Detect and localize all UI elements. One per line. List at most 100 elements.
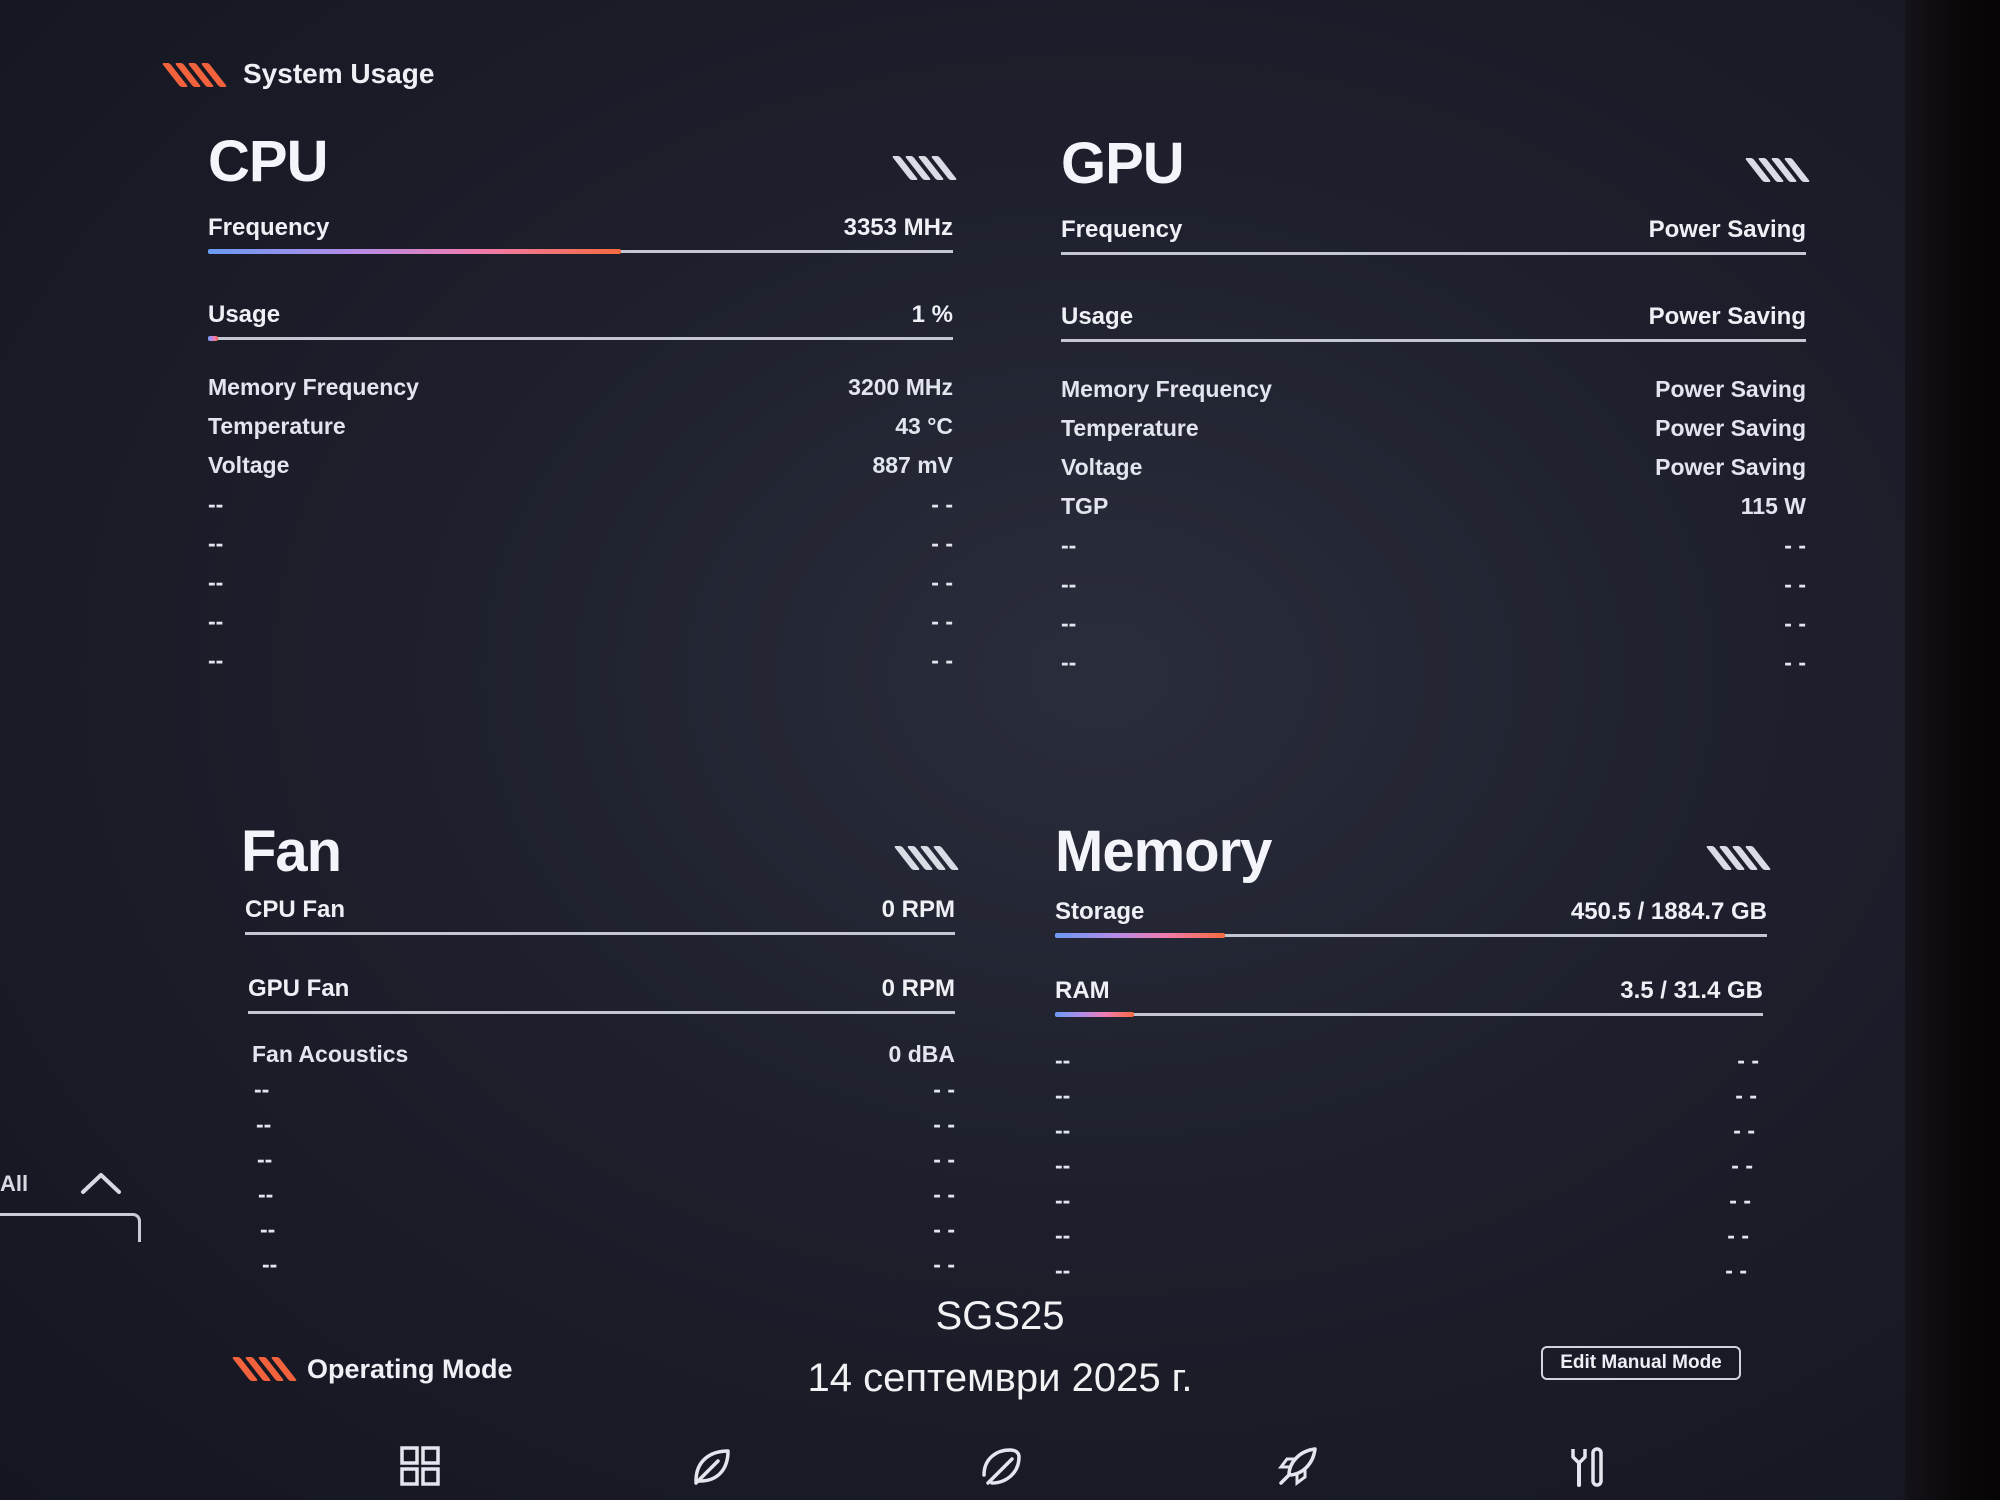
memory-stat-row: -- - - [1055,1082,1757,1116]
tools-icon[interactable] [1565,1443,1611,1489]
cpu-frequency-value: 3353 MHz [843,214,953,241]
fan-stat-label: -- [262,1251,278,1277]
cpu-panel-stripes-icon [891,156,958,180]
fan-stat-row: -- - - [257,1146,955,1180]
cpu-fan-value: 0 RPM [881,896,955,923]
fan-stat-value: - - [933,1181,955,1207]
cpu-fan-bar [245,932,955,935]
gpu-stat-row: Memory Frequency Power Saving [1061,376,1806,410]
gpu-stat-row: -- - - [1061,571,1806,605]
memory-stat-value: - - [1731,1152,1753,1178]
system-usage-stripes-icon [161,63,228,87]
cpu-stat-value: - - [931,608,953,634]
fan-stat-value: 0 dBA [888,1041,955,1067]
gpu-frequency-metric: Frequency Power Saving [1061,216,1806,258]
memory-stat-label: -- [1055,1117,1071,1143]
cpu-stat-label: -- [208,608,224,634]
gpu-panel-title: GPU [1061,131,1185,196]
memory-stat-value: - - [1733,1117,1755,1143]
ram-metric: RAM 3.5 / 31.4 GB [1055,977,1763,1019]
cpu-usage-metric: Usage 1 % [208,301,953,343]
cpu-usage-bar [208,336,953,341]
storage-bar [1055,933,1767,938]
memory-stat-row: -- - - [1055,1187,1751,1221]
gpu-stat-label: Temperature [1061,415,1199,441]
cpu-fan-label: CPU Fan [245,896,346,923]
gpu-frequency-bar [1061,252,1806,255]
watermark-device: SGS25 [935,1294,1065,1338]
fan-stat-value: - - [933,1111,955,1137]
memory-stat-value: - - [1735,1082,1757,1108]
gpu-stat-value: Power Saving [1655,376,1806,402]
chevron-up-icon[interactable] [80,1170,122,1196]
fan-panel-stripes-icon [893,846,960,870]
fan-stat-label: -- [257,1146,273,1172]
storage-value: 450.5 / 1884.7 GB [1570,898,1767,925]
cpu-usage-label: Usage [208,301,281,328]
cpu-frequency-bar [208,249,953,254]
memory-stat-row: -- - - [1055,1257,1747,1291]
fan-stat-value: - - [933,1216,955,1242]
dashboard-grid-icon[interactable] [397,1443,443,1489]
cpu-panel: CPU Frequency 3353 MHz Usage 1 % Memory … [208,128,958,688]
cpu-stat-row: Memory Frequency 3200 MHz [208,374,953,408]
gpu-stat-value: Power Saving [1655,415,1806,441]
gpu-panel-stripes-icon [1744,158,1811,182]
filter-all-label[interactable]: All [0,1171,28,1197]
gpu-stat-value: - - [1784,532,1806,558]
cpu-frequency-metric: Frequency 3353 MHz [208,214,953,256]
fan-stat-value: - - [933,1251,955,1277]
memory-panel-title: Memory [1055,819,1272,884]
fan-stat-row: -- - - [262,1251,955,1285]
memory-stat-row: -- - - [1055,1152,1753,1186]
fan-stat-label: -- [258,1181,274,1207]
gpu-stat-value: - - [1784,610,1806,636]
section-title-system-usage: System Usage [243,58,435,89]
gpu-panel: GPU Frequency Power Saving Usage Power S… [1061,130,1811,690]
fan-stat-row: -- - - [258,1181,955,1215]
cpu-frequency-label: Frequency [208,214,330,241]
gpu-fan-value: 0 RPM [881,975,955,1002]
gpu-usage-metric: Usage Power Saving [1061,303,1806,345]
cpu-stat-row: -- - - [208,608,953,642]
storage-label: Storage [1055,898,1145,925]
gpu-stat-value: - - [1784,571,1806,597]
watermark-date: 14 септември 2025 г. [807,1356,1193,1400]
rocket-icon[interactable] [1275,1443,1321,1489]
ram-bar [1055,1012,1763,1017]
fan-stat-row: -- - - [254,1076,955,1110]
cpu-stat-value: - - [931,647,953,673]
cpu-stat-row: -- - - [208,491,953,525]
memory-stat-label: -- [1055,1222,1071,1248]
cpu-stat-label: -- [208,530,224,556]
gpu-fan-bar [248,1011,955,1014]
memory-stat-label: -- [1055,1082,1071,1108]
fan-stat-value: - - [933,1146,955,1172]
memory-stat-row: -- - - [1055,1222,1749,1256]
gpu-stat-row: Temperature Power Saving [1061,415,1806,449]
monitor-bezel [1905,0,2000,1500]
memory-stat-value: - - [1727,1222,1749,1248]
cpu-usage-bar-fill [208,336,218,341]
memory-stat-value: - - [1729,1187,1751,1213]
fan-stat-row: Fan Acoustics 0 dBA [252,1041,955,1075]
cpu-stat-row: -- - - [208,530,953,564]
gpu-stat-value: 115 W [1740,493,1806,519]
cpu-stat-row: Voltage 887 mV [208,452,953,486]
fan-stat-value: - - [933,1076,955,1102]
memory-stat-label: -- [1055,1187,1071,1213]
gpu-usage-bar [1061,339,1806,342]
memory-stat-value: - - [1725,1257,1747,1283]
gpu-usage-label: Usage [1061,303,1134,330]
fan-stat-row: -- - - [260,1216,955,1250]
cpu-stat-row: -- - - [208,647,953,681]
leaf-icon[interactable] [688,1443,734,1489]
gpu-stat-label: -- [1061,610,1077,636]
gpu-stat-value: Power Saving [1655,454,1806,480]
memory-stat-row: -- - - [1055,1047,1759,1081]
cpu-stat-label: -- [208,569,224,595]
fan-panel-title: Fan [241,819,342,884]
memory-panel-stripes-icon [1705,846,1772,870]
gpu-stat-value: - - [1784,649,1806,675]
balance-mode-icon[interactable] [978,1443,1024,1489]
